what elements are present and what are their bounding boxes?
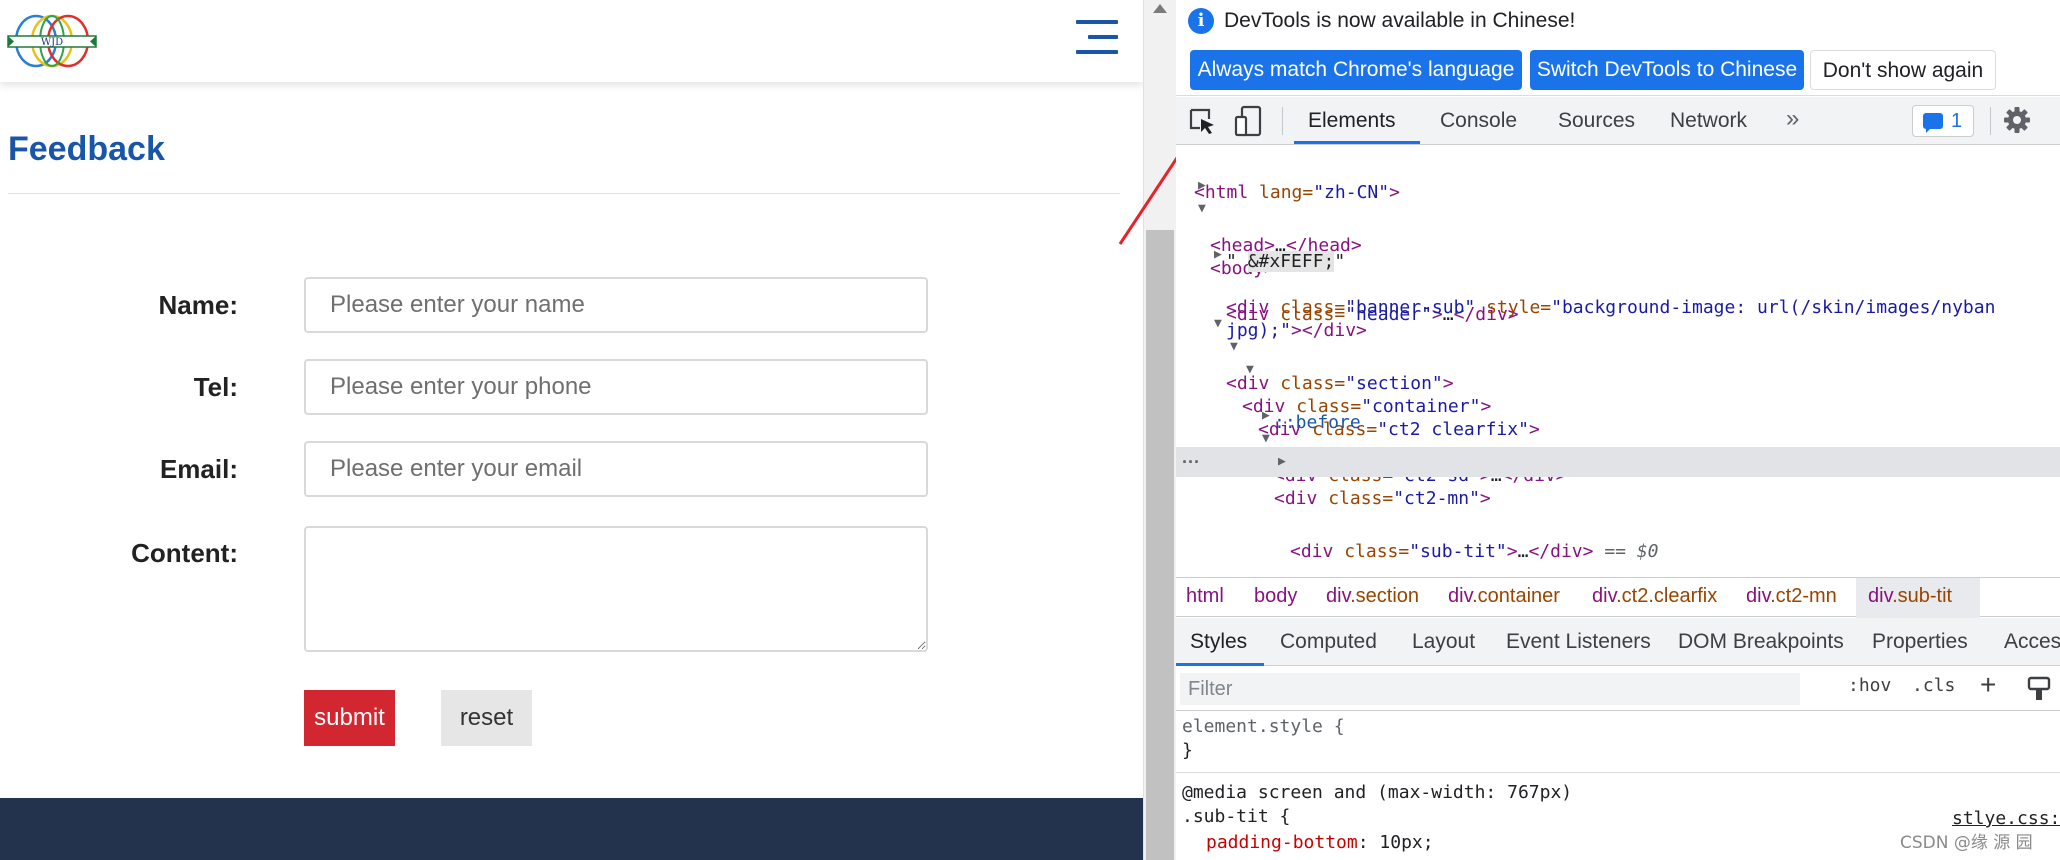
- email-label: Email:: [159, 454, 238, 484]
- rule-selector[interactable]: .sub-tit {: [1182, 806, 1290, 827]
- settings-gear-icon[interactable]: [2002, 105, 2032, 135]
- title-divider: [8, 193, 1120, 194]
- style-rule-divider: [1176, 772, 2060, 773]
- breadcrumb-ct2-mn[interactable]: div.ct2-mn: [1746, 585, 1837, 608]
- inspect-element-icon[interactable]: [1188, 107, 1216, 135]
- tel-input[interactable]: [304, 359, 928, 415]
- tab-elements[interactable]: Elements: [1308, 109, 1396, 133]
- toolbar-separator: [1990, 107, 1991, 135]
- dom-breadcrumbs: html body div.section div.container div.…: [1176, 577, 2060, 618]
- subtab-properties[interactable]: Properties: [1872, 630, 1968, 654]
- site-logo[interactable]: WJD: [6, 12, 98, 70]
- style-declaration[interactable]: padding-bottom: 10px;: [1206, 832, 1434, 853]
- styles-filter-input[interactable]: [1180, 673, 1800, 705]
- name-label: Name:: [158, 290, 238, 320]
- breadcrumb-ct2-clearfix[interactable]: div.ct2.clearfix: [1592, 585, 1717, 608]
- breadcrumb-sub-tit[interactable]: div.sub-tit: [1868, 585, 1952, 608]
- switch-devtools-chinese-button[interactable]: Switch DevTools to Chinese: [1530, 50, 1804, 90]
- language-infobar: i DevTools is now available in Chinese! …: [1176, 0, 2060, 96]
- expand-triangle-icon[interactable]: ▶: [1278, 447, 1292, 477]
- message-bubble-icon: [1923, 113, 1943, 133]
- more-tabs-chevron-icon[interactable]: »: [1786, 105, 1799, 133]
- match-chrome-language-button[interactable]: Always match Chrome's language: [1190, 50, 1522, 90]
- scroll-up-arrow-icon[interactable]: [1153, 4, 1167, 13]
- class-toggle-button[interactable]: .cls: [1912, 675, 1955, 696]
- page-title: Feedback: [8, 130, 165, 168]
- subtab-styles[interactable]: Styles: [1190, 630, 1247, 654]
- infobar-message: DevTools is now available in Chinese!: [1224, 9, 1576, 32]
- styles-pane-tabs: Styles Computed Layout Event Listeners D…: [1176, 618, 2060, 666]
- hamburger-menu-icon[interactable]: [1072, 20, 1118, 56]
- subtab-dom-breakpoints[interactable]: DOM Breakpoints: [1678, 630, 1844, 654]
- devtools-main-tabs: Elements Console Sources Network » 1: [1176, 97, 2060, 145]
- stylesheet-source-link[interactable]: stlye.css:: [1952, 808, 2060, 829]
- device-toolbar-icon[interactable]: [1234, 105, 1264, 137]
- breadcrumb-section[interactable]: div.section: [1326, 585, 1419, 608]
- styles-rules-pane: element.style { } @media screen and (max…: [1176, 712, 2060, 860]
- hover-state-toggle-button[interactable]: :hov: [1848, 675, 1891, 696]
- subtab-layout[interactable]: Layout: [1412, 630, 1475, 654]
- content-label: Content:: [131, 538, 238, 568]
- scrollbar-thumb[interactable]: [1146, 230, 1174, 860]
- breadcrumb-html[interactable]: html: [1186, 585, 1224, 608]
- subtab-event-listeners[interactable]: Event Listeners: [1506, 630, 1651, 654]
- logo-text: WJD: [41, 37, 63, 48]
- website-viewport: WJD Feedback Name: Tel: Email: Content: …: [0, 0, 1143, 860]
- rendering-paint-icon[interactable]: [2026, 675, 2052, 703]
- subtab-computed[interactable]: Computed: [1280, 630, 1377, 654]
- tab-console[interactable]: Console: [1440, 109, 1517, 133]
- content-textarea[interactable]: [304, 526, 928, 652]
- active-subtab-indicator: [1176, 663, 1264, 666]
- submit-button[interactable]: submit: [304, 690, 395, 746]
- site-header: WJD: [0, 0, 1143, 82]
- reset-button[interactable]: reset: [441, 690, 532, 746]
- devtools-panel: i DevTools is now available in Chinese! …: [1176, 0, 2060, 860]
- email-input[interactable]: [304, 441, 928, 497]
- csdn-watermark: CSDN @缘 源 园: [1900, 833, 2033, 853]
- breadcrumb-body[interactable]: body: [1254, 585, 1297, 608]
- toolbar-separator: [1282, 107, 1283, 135]
- dom-node-selected[interactable]: ··· ▶ <div class="sub-tit">…</div> == $0: [1176, 447, 2060, 562]
- new-style-rule-plus-icon[interactable]: +: [1980, 669, 1996, 701]
- info-icon: i: [1188, 8, 1214, 34]
- element-style-selector[interactable]: element.style {: [1182, 716, 1345, 737]
- more-options-dots-icon[interactable]: ···: [1182, 447, 1200, 477]
- breadcrumb-container[interactable]: div.container: [1448, 585, 1560, 608]
- name-input[interactable]: [304, 277, 928, 333]
- tab-network[interactable]: Network: [1670, 109, 1747, 133]
- issues-count: 1: [1951, 110, 1963, 132]
- styles-filter-bar: :hov .cls +: [1176, 667, 2060, 711]
- tab-sources[interactable]: Sources: [1558, 109, 1635, 133]
- element-style-close: }: [1182, 740, 1193, 761]
- dom-tree: <html lang="zh-CN"> ▶ <head>…</head> ▼ <…: [1176, 146, 2060, 576]
- site-footer: [0, 798, 1143, 860]
- page-scrollbar[interactable]: [1143, 0, 1176, 860]
- media-query: @media screen and (max-width: 767px): [1182, 782, 1573, 803]
- tel-label: Tel:: [193, 372, 238, 402]
- active-tab-indicator: [1294, 141, 1420, 144]
- dont-show-again-button[interactable]: Don't show again: [1810, 50, 1996, 90]
- issues-counter-button[interactable]: 1: [1912, 105, 1974, 137]
- subtab-accessibility[interactable]: Acces: [2004, 630, 2060, 654]
